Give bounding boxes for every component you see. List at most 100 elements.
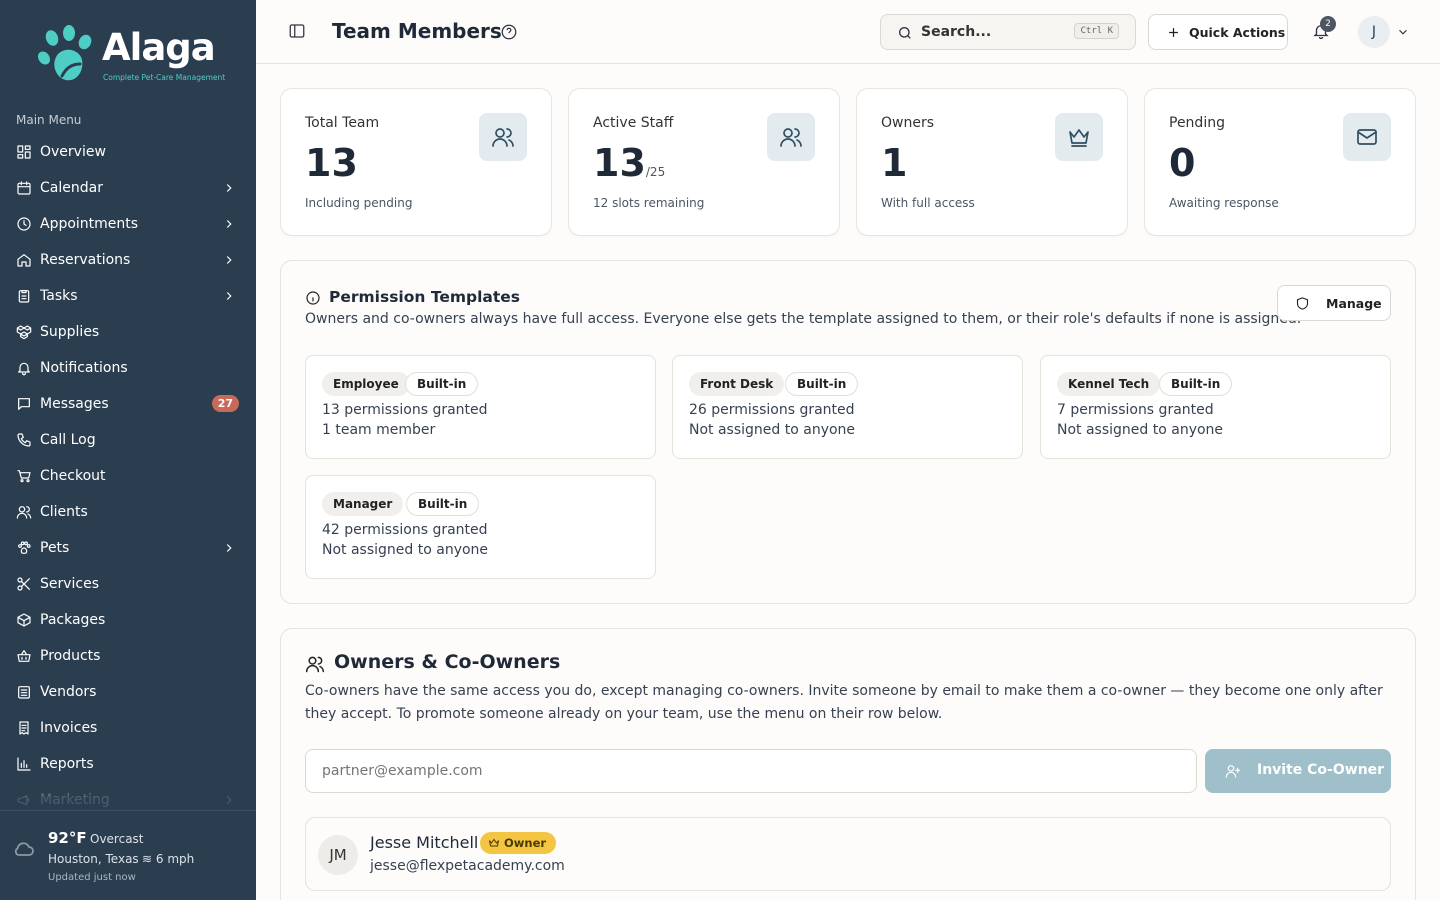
- invite-co-owner-button[interactable]: Invite Co-Owner: [1205, 749, 1391, 793]
- sidebar-item-overview[interactable]: Overview: [0, 134, 256, 170]
- template-assignment: Not assigned to anyone: [1057, 422, 1224, 438]
- built-in-badge: Built-in: [1159, 372, 1233, 396]
- scissors-icon: [16, 576, 32, 592]
- home-icon: [16, 252, 32, 268]
- shield-icon: [1295, 296, 1310, 311]
- mail-icon: [1343, 113, 1391, 161]
- section-description: Owners and co-owners always have full ac…: [305, 311, 1302, 327]
- sidebar-item-supplies[interactable]: Supplies: [0, 314, 256, 350]
- sidebar-item-label: Packages: [40, 612, 106, 628]
- sidebar-item-call-log[interactable]: Call Log: [0, 422, 256, 458]
- search-placeholder: Search...: [921, 24, 992, 40]
- stat-card-total-team: Total Team 13 Including pending: [280, 88, 552, 236]
- invite-button-label: Invite Co-Owner: [1257, 762, 1385, 778]
- receipt-icon: [16, 720, 32, 736]
- sidebar-item-reservations[interactable]: Reservations: [0, 242, 256, 278]
- template-permission-count: 7 permissions granted: [1057, 402, 1214, 418]
- sidebar-item-reports[interactable]: Reports: [0, 746, 256, 782]
- stat-number: 13: [593, 141, 646, 185]
- crown-icon: [1055, 113, 1103, 161]
- chevron-right-icon: [222, 253, 236, 267]
- sidebar-item-packages[interactable]: Packages: [0, 602, 256, 638]
- users-icon: [16, 504, 32, 520]
- sidebar-item-notifications[interactable]: Notifications: [0, 350, 256, 386]
- template-card-manager[interactable]: Manager Built-in 42 permissions granted …: [305, 475, 656, 579]
- sidebar-item-label: Marketing: [40, 792, 110, 808]
- quick-actions-button[interactable]: Quick Actions: [1148, 14, 1288, 50]
- template-card-employee[interactable]: Employee Built-in 13 permissions granted…: [305, 355, 656, 459]
- wind-icon: ≋: [142, 852, 153, 866]
- template-card-kennel-tech[interactable]: Kennel Tech Built-in 7 permissions grant…: [1040, 355, 1391, 459]
- sidebar-item-appointments[interactable]: Appointments: [0, 206, 256, 242]
- chevron-right-icon: [222, 793, 236, 807]
- bell-icon: [16, 360, 32, 376]
- permission-templates-panel: Permission Templates Owners and co-owner…: [280, 260, 1416, 604]
- stat-card-pending: Pending 0 Awaiting response: [1144, 88, 1416, 236]
- member-name: Jesse Mitchell: [370, 833, 479, 852]
- brand-tagline: Complete Pet-Care Management: [103, 73, 226, 82]
- chevron-right-icon: [222, 289, 236, 303]
- co-owner-email-input[interactable]: [305, 749, 1197, 793]
- section-title: Owners & Co-Owners: [334, 651, 561, 673]
- stat-label: Total Team: [305, 115, 380, 131]
- users-icon: [479, 113, 527, 161]
- stat-value: 13: [305, 141, 358, 185]
- main-nav: Overview Calendar Appointments Reservati…: [0, 134, 256, 810]
- template-name: Employee: [322, 372, 410, 396]
- chevron-right-icon: [222, 181, 236, 195]
- stat-label: Active Staff: [593, 115, 674, 131]
- manage-templates-button[interactable]: Manage: [1277, 285, 1391, 321]
- stat-number: 1: [881, 141, 908, 185]
- brand-logo[interactable]: Alaga Complete Pet-Care Management: [36, 24, 226, 88]
- stat-card-owners: Owners 1 With full access: [856, 88, 1128, 236]
- sidebar-item-tasks[interactable]: Tasks: [0, 278, 256, 314]
- megaphone-icon: [16, 792, 32, 808]
- chevron-down-icon[interactable]: [1396, 24, 1410, 38]
- sidebar-item-marketing[interactable]: Marketing: [0, 782, 256, 810]
- stat-number: 0: [1169, 141, 1196, 185]
- sidebar-item-pets[interactable]: Pets: [0, 530, 256, 566]
- built-in-badge: Built-in: [405, 372, 479, 396]
- sidebar-item-label: Products: [40, 648, 101, 664]
- sidebar-item-label: Calendar: [40, 180, 103, 196]
- template-permission-count: 42 permissions granted: [322, 522, 488, 538]
- sidebar-item-calendar[interactable]: Calendar: [0, 170, 256, 206]
- weather-condition: Overcast: [90, 832, 144, 846]
- sidebar-item-label: Notifications: [40, 360, 128, 376]
- sidebar-toggle-icon[interactable]: [288, 22, 308, 42]
- sidebar-item-label: Appointments: [40, 216, 139, 232]
- quick-actions-label: Quick Actions: [1189, 25, 1286, 40]
- owner-row[interactable]: JM Jesse Mitchell Owner jesse@flexpetaca…: [305, 817, 1391, 891]
- user-avatar[interactable]: J: [1358, 16, 1390, 48]
- help-icon[interactable]: [500, 23, 518, 41]
- sidebar-item-messages[interactable]: Messages 27: [0, 386, 256, 422]
- top-header: Team Members Search... Ctrl K Quick Acti…: [256, 0, 1440, 64]
- basket-icon: [16, 648, 32, 664]
- sidebar-item-invoices[interactable]: Invoices: [0, 710, 256, 746]
- brand-name: Alaga: [102, 26, 216, 69]
- sidebar-item-vendors[interactable]: Vendors: [0, 674, 256, 710]
- boxes-icon: [16, 324, 32, 340]
- stat-value: 13/25: [593, 141, 665, 185]
- sidebar-item-products[interactable]: Products: [0, 638, 256, 674]
- template-assignment: Not assigned to anyone: [689, 422, 856, 438]
- stat-subtext: Including pending: [305, 196, 413, 210]
- users-icon: [767, 113, 815, 161]
- crown-icon: [489, 838, 499, 847]
- sidebar-item-label: Invoices: [40, 720, 98, 736]
- sidebar-item-checkout[interactable]: Checkout: [0, 458, 256, 494]
- manage-label: Manage: [1326, 296, 1382, 311]
- sidebar-item-services[interactable]: Services: [0, 566, 256, 602]
- template-card-front-desk[interactable]: Front Desk Built-in 26 permissions grant…: [672, 355, 1023, 459]
- user-plus-icon: [1225, 763, 1241, 779]
- users-icon: [305, 654, 325, 674]
- cloud-icon: [12, 837, 36, 861]
- sidebar-item-label: Messages: [40, 396, 109, 412]
- sidebar-item-label: Call Log: [40, 432, 96, 448]
- building-icon: [16, 684, 32, 700]
- sidebar-item-label: Overview: [40, 144, 106, 160]
- template-assignment: 1 team member: [322, 422, 436, 438]
- sidebar-item-label: Clients: [40, 504, 88, 520]
- search-input[interactable]: Search... Ctrl K: [880, 14, 1136, 50]
- sidebar-item-clients[interactable]: Clients: [0, 494, 256, 530]
